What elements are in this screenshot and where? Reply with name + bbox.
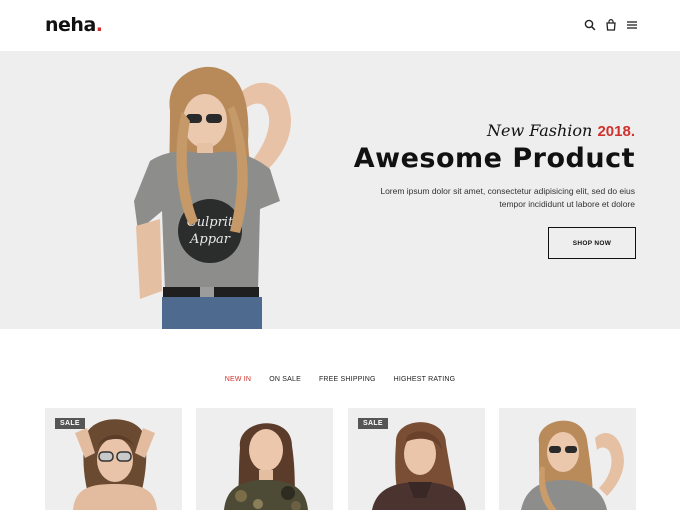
hero-model-image: Culprit Appar	[110, 51, 340, 329]
hero-year: 2018.	[597, 123, 635, 140]
hero-title: Awesome Product	[353, 143, 635, 174]
site-header: neha.	[0, 0, 680, 51]
hero-subtitle: New Fashion 2018.	[486, 121, 635, 140]
tab-new-in[interactable]: NEW IN	[225, 376, 251, 390]
sale-badge: SALE	[358, 418, 388, 429]
hero-banner: Culprit Appar New Fashion 2018. Awesome …	[0, 51, 680, 329]
shop-now-button[interactable]: SHOP NOW	[548, 227, 636, 259]
product-grid: SALE SALE	[45, 408, 636, 510]
menu-icon[interactable]	[625, 18, 639, 32]
product-image	[224, 423, 308, 510]
product-card[interactable]: SALE	[45, 408, 182, 510]
product-card[interactable]: SALE	[348, 408, 485, 510]
tab-highest-rating[interactable]: HIGHEST RATING	[394, 376, 456, 390]
tab-free-shipping[interactable]: FREE SHIPPING	[319, 376, 376, 390]
tab-on-sale[interactable]: ON SALE	[269, 376, 301, 390]
product-image	[521, 420, 624, 510]
search-icon[interactable]	[583, 18, 597, 32]
product-filter-tabs: NEW IN ON SALE FREE SHIPPING HIGHEST RAT…	[0, 376, 680, 390]
sale-badge: SALE	[55, 418, 85, 429]
brand-logo[interactable]: neha.	[45, 14, 103, 36]
product-card[interactable]	[499, 408, 636, 510]
tshirt-text: Appar	[189, 232, 231, 247]
hero-description: Lorem ipsum dolor sit amet, consectetur …	[380, 186, 635, 209]
product-card[interactable]	[196, 408, 333, 510]
bag-icon[interactable]	[604, 18, 618, 32]
